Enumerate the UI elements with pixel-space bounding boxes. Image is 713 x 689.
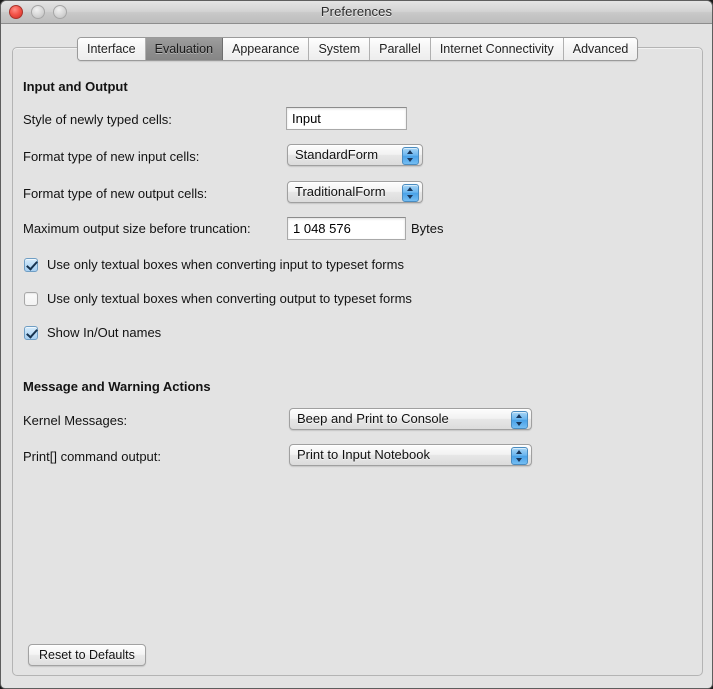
label-format-type-new-input-cells: Format type of new input cells: [23, 149, 200, 164]
tab-internet-connectivity[interactable]: Internet Connectivity [430, 38, 564, 60]
checkbox-label-output-textual-boxes: Use only textual boxes when converting o… [47, 291, 412, 306]
tab-advanced[interactable]: Advanced [563, 38, 638, 60]
tab-appearance[interactable]: Appearance [223, 38, 310, 60]
label-kernel-messages: Kernel Messages: [23, 413, 128, 428]
updown-chevron-icon [402, 147, 419, 165]
updown-chevron-icon [402, 184, 419, 202]
checkbox-output-textual-boxes[interactable] [24, 291, 38, 306]
label-print-command-output: Print[] command output: [23, 449, 162, 464]
tab-bar: Interface Evaluation Appearance System P… [77, 37, 639, 61]
checkbox-label-input-textual-boxes: Use only textual boxes when converting i… [47, 257, 404, 272]
format-type-new-output-cells-value: TraditionalForm [295, 184, 386, 199]
maximum-output-size-unit: Bytes [411, 221, 444, 236]
preferences-window: Preferences Interface Evaluation Appeara… [0, 0, 713, 689]
checkbox-row-show-inout-names[interactable]: Show In/Out names [24, 325, 161, 340]
label-maximum-output-size: Maximum output size before truncation: [23, 221, 251, 236]
window-title: Preferences [320, 4, 393, 19]
checkbox-label-show-inout-names: Show In/Out names [47, 325, 162, 340]
tab-evaluation[interactable]: Evaluation [145, 38, 224, 60]
section-heading-input-and-output: Input and Output [23, 79, 128, 94]
checkbox-row-input-textual-boxes[interactable]: Use only textual boxes when converting i… [24, 257, 404, 272]
style-of-newly-typed-cells-input[interactable]: Input [286, 107, 407, 130]
label-format-type-new-output-cells: Format type of new output cells: [23, 186, 208, 201]
updown-chevron-icon [511, 447, 528, 465]
tab-system[interactable]: System [309, 38, 371, 60]
tab-interface[interactable]: Interface [78, 38, 146, 60]
checkbox-input-textual-boxes[interactable] [24, 257, 38, 272]
format-type-new-output-cells-select[interactable]: TraditionalForm [287, 181, 423, 203]
kernel-messages-value: Beep and Print to Console [297, 411, 449, 426]
format-type-new-input-cells-value: StandardForm [295, 147, 379, 162]
format-type-new-input-cells-select[interactable]: StandardForm [287, 144, 423, 166]
kernel-messages-select[interactable]: Beep and Print to Console [289, 408, 532, 430]
print-command-output-select[interactable]: Print to Input Notebook [289, 444, 532, 466]
reset-to-defaults-button[interactable]: Reset to Defaults [28, 644, 146, 666]
maximum-output-size-input[interactable]: 1 048 576 [287, 217, 406, 240]
preferences-panel [12, 47, 703, 676]
updown-chevron-icon [511, 411, 528, 429]
section-heading-message-and-warning-actions: Message and Warning Actions [23, 379, 211, 394]
label-style-of-newly-typed-cells: Style of newly typed cells: [23, 112, 172, 127]
checkbox-row-output-textual-boxes[interactable]: Use only textual boxes when converting o… [24, 291, 412, 306]
tab-parallel[interactable]: Parallel [370, 38, 431, 60]
checkbox-show-inout-names[interactable] [24, 325, 38, 340]
window-titlebar: Preferences [1, 1, 712, 24]
print-command-output-value: Print to Input Notebook [297, 447, 430, 462]
